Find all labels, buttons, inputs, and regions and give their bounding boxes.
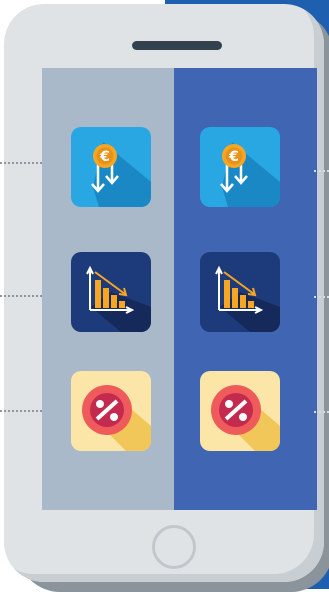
connector-line (0, 295, 42, 299)
euro-coin-down-arrows-icon: € (200, 127, 280, 207)
percent-badge-icon (71, 371, 151, 451)
connector-line (314, 170, 329, 174)
euro-down-app-icon[interactable]: € (200, 127, 280, 207)
declining-bar-chart-icon (200, 252, 280, 332)
phone-speaker (132, 41, 222, 50)
euro-coin-down-arrows-icon: € (71, 127, 151, 207)
connector-line (314, 296, 329, 300)
connector-line (0, 410, 42, 414)
euro-down-app-icon[interactable]: € (71, 127, 151, 207)
declining-chart-app-icon[interactable] (71, 252, 151, 332)
declining-chart-app-icon[interactable] (200, 252, 280, 332)
percent-app-icon[interactable] (200, 371, 280, 451)
declining-bar-chart-icon (71, 252, 151, 332)
percent-app-icon[interactable] (71, 371, 151, 451)
connector-line (314, 411, 329, 415)
connector-line (0, 162, 42, 166)
home-button[interactable] (152, 525, 196, 569)
euro-symbol: € (228, 149, 239, 165)
euro-symbol: € (99, 149, 110, 165)
percent-badge-icon (200, 371, 280, 451)
